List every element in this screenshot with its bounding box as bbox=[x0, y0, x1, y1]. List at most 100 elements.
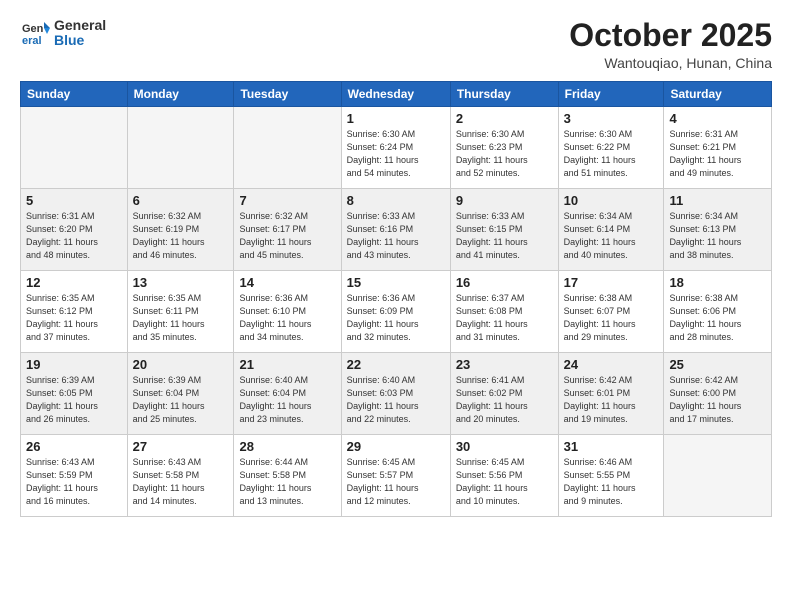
weekday-header-sunday: Sunday bbox=[21, 82, 128, 107]
day-number: 3 bbox=[564, 111, 659, 126]
calendar-cell: 15Sunrise: 6:36 AM Sunset: 6:09 PM Dayli… bbox=[341, 271, 450, 353]
day-number: 15 bbox=[347, 275, 445, 290]
cell-info: Sunrise: 6:31 AM Sunset: 6:20 PM Dayligh… bbox=[26, 210, 122, 262]
cell-info: Sunrise: 6:42 AM Sunset: 6:00 PM Dayligh… bbox=[669, 374, 766, 426]
logo-blue: Blue bbox=[54, 33, 106, 48]
calendar-cell: 5 Sunrise: 6:31 AM Sunset: 6:20 PM Daylig… bbox=[21, 189, 128, 271]
calendar-cell: 28 Sunrise: 6:44 AM Sunset: 5:58 PM Dayli… bbox=[234, 435, 341, 517]
calendar-cell: 14 Sunrise: 6:36 AM Sunset: 6:10 PM Dayli… bbox=[234, 271, 341, 353]
logo-icon: Gen eral bbox=[20, 18, 50, 48]
week-row-1: 1 Sunrise: 6:30 AM Sunset: 6:24 PM Daylig… bbox=[21, 107, 772, 189]
calendar-cell: 24 Sunrise: 6:42 AM Sunset: 6:01 PM Dayli… bbox=[558, 353, 664, 435]
day-number: 23 bbox=[456, 357, 553, 372]
day-number: 16 bbox=[456, 275, 553, 290]
cell-info: Sunrise: 6:30 AM Sunset: 6:24 PM Dayligh… bbox=[347, 128, 445, 180]
cell-info: Sunrise: 6:39 AM Sunset: 6:05 PM Dayligh… bbox=[26, 374, 122, 426]
calendar-cell: 26 Sunrise: 6:43 AM Sunset: 5:59 PM Dayli… bbox=[21, 435, 128, 517]
weekday-header-friday: Friday bbox=[558, 82, 664, 107]
day-number: 27 bbox=[133, 439, 229, 454]
day-number: 18 bbox=[669, 275, 766, 290]
weekday-header-row: SundayMondayTuesdayWednesdayThursdayFrid… bbox=[21, 82, 772, 107]
day-number: 31 bbox=[564, 439, 659, 454]
calendar-cell: 22Sunrise: 6:40 AM Sunset: 6:03 PM Dayli… bbox=[341, 353, 450, 435]
calendar-cell: 3Sunrise: 6:30 AM Sunset: 6:22 PM Daylig… bbox=[558, 107, 664, 189]
calendar-cell bbox=[664, 435, 772, 517]
location: Wantouqiao, Hunan, China bbox=[569, 55, 772, 71]
svg-text:Gen: Gen bbox=[22, 23, 44, 35]
weekday-header-wednesday: Wednesday bbox=[341, 82, 450, 107]
day-number: 10 bbox=[564, 193, 659, 208]
calendar-cell: 2 Sunrise: 6:30 AM Sunset: 6:23 PM Daylig… bbox=[450, 107, 558, 189]
week-row-4: 19 Sunrise: 6:39 AM Sunset: 6:05 PM Dayli… bbox=[21, 353, 772, 435]
cell-info: Sunrise: 6:43 AM Sunset: 5:58 PM Dayligh… bbox=[133, 456, 229, 508]
calendar-cell: 8Sunrise: 6:33 AM Sunset: 6:16 PM Daylig… bbox=[341, 189, 450, 271]
calendar-cell: 9 Sunrise: 6:33 AM Sunset: 6:15 PM Daylig… bbox=[450, 189, 558, 271]
cell-info: Sunrise: 6:36 AM Sunset: 6:10 PM Dayligh… bbox=[239, 292, 335, 344]
calendar-cell bbox=[234, 107, 341, 189]
day-number: 2 bbox=[456, 111, 553, 126]
cell-info: Sunrise: 6:40 AM Sunset: 6:04 PM Dayligh… bbox=[239, 374, 335, 426]
calendar-table: SundayMondayTuesdayWednesdayThursdayFrid… bbox=[20, 81, 772, 517]
day-number: 24 bbox=[564, 357, 659, 372]
cell-info: Sunrise: 6:40 AM Sunset: 6:03 PM Dayligh… bbox=[347, 374, 445, 426]
calendar-cell: 6 Sunrise: 6:32 AM Sunset: 6:19 PM Daylig… bbox=[127, 189, 234, 271]
day-number: 19 bbox=[26, 357, 122, 372]
day-number: 11 bbox=[669, 193, 766, 208]
weekday-header-tuesday: Tuesday bbox=[234, 82, 341, 107]
calendar-cell: 21 Sunrise: 6:40 AM Sunset: 6:04 PM Dayli… bbox=[234, 353, 341, 435]
day-number: 13 bbox=[133, 275, 229, 290]
calendar-cell: 19 Sunrise: 6:39 AM Sunset: 6:05 PM Dayli… bbox=[21, 353, 128, 435]
svg-text:eral: eral bbox=[22, 35, 42, 47]
cell-info: Sunrise: 6:38 AM Sunset: 6:06 PM Dayligh… bbox=[669, 292, 766, 344]
calendar-cell: 12 Sunrise: 6:35 AM Sunset: 6:12 PM Dayli… bbox=[21, 271, 128, 353]
day-number: 1 bbox=[347, 111, 445, 126]
calendar-cell: 29Sunrise: 6:45 AM Sunset: 5:57 PM Dayli… bbox=[341, 435, 450, 517]
cell-info: Sunrise: 6:46 AM Sunset: 5:55 PM Dayligh… bbox=[564, 456, 659, 508]
cell-info: Sunrise: 6:34 AM Sunset: 6:13 PM Dayligh… bbox=[669, 210, 766, 262]
week-row-2: 5 Sunrise: 6:31 AM Sunset: 6:20 PM Daylig… bbox=[21, 189, 772, 271]
day-number: 6 bbox=[133, 193, 229, 208]
day-number: 7 bbox=[239, 193, 335, 208]
day-number: 5 bbox=[26, 193, 122, 208]
header: Gen eral General Blue October 2025 Wanto… bbox=[20, 18, 772, 71]
cell-info: Sunrise: 6:31 AM Sunset: 6:21 PM Dayligh… bbox=[669, 128, 766, 180]
calendar-cell: 16 Sunrise: 6:37 AM Sunset: 6:08 PM Dayli… bbox=[450, 271, 558, 353]
cell-info: Sunrise: 6:37 AM Sunset: 6:08 PM Dayligh… bbox=[456, 292, 553, 344]
cell-info: Sunrise: 6:43 AM Sunset: 5:59 PM Dayligh… bbox=[26, 456, 122, 508]
cell-info: Sunrise: 6:33 AM Sunset: 6:15 PM Dayligh… bbox=[456, 210, 553, 262]
cell-info: Sunrise: 6:41 AM Sunset: 6:02 PM Dayligh… bbox=[456, 374, 553, 426]
calendar-cell: 23 Sunrise: 6:41 AM Sunset: 6:02 PM Dayli… bbox=[450, 353, 558, 435]
day-number: 21 bbox=[239, 357, 335, 372]
day-number: 14 bbox=[239, 275, 335, 290]
calendar-cell: 27 Sunrise: 6:43 AM Sunset: 5:58 PM Dayli… bbox=[127, 435, 234, 517]
calendar-cell: 10Sunrise: 6:34 AM Sunset: 6:14 PM Dayli… bbox=[558, 189, 664, 271]
logo-general: General bbox=[54, 18, 106, 33]
title-block: October 2025 Wantouqiao, Hunan, China bbox=[569, 18, 772, 71]
cell-info: Sunrise: 6:38 AM Sunset: 6:07 PM Dayligh… bbox=[564, 292, 659, 344]
cell-info: Sunrise: 6:44 AM Sunset: 5:58 PM Dayligh… bbox=[239, 456, 335, 508]
calendar-page: Gen eral General Blue October 2025 Wanto… bbox=[0, 0, 792, 612]
cell-info: Sunrise: 6:35 AM Sunset: 6:12 PM Dayligh… bbox=[26, 292, 122, 344]
calendar-cell: 11 Sunrise: 6:34 AM Sunset: 6:13 PM Dayli… bbox=[664, 189, 772, 271]
day-number: 28 bbox=[239, 439, 335, 454]
calendar-cell: 25Sunrise: 6:42 AM Sunset: 6:00 PM Dayli… bbox=[664, 353, 772, 435]
cell-info: Sunrise: 6:32 AM Sunset: 6:17 PM Dayligh… bbox=[239, 210, 335, 262]
day-number: 30 bbox=[456, 439, 553, 454]
day-number: 12 bbox=[26, 275, 122, 290]
cell-info: Sunrise: 6:35 AM Sunset: 6:11 PM Dayligh… bbox=[133, 292, 229, 344]
calendar-cell: 13 Sunrise: 6:35 AM Sunset: 6:11 PM Dayli… bbox=[127, 271, 234, 353]
calendar-cell: 1 Sunrise: 6:30 AM Sunset: 6:24 PM Daylig… bbox=[341, 107, 450, 189]
calendar-cell: 4Sunrise: 6:31 AM Sunset: 6:21 PM Daylig… bbox=[664, 107, 772, 189]
week-row-5: 26 Sunrise: 6:43 AM Sunset: 5:59 PM Dayli… bbox=[21, 435, 772, 517]
cell-info: Sunrise: 6:42 AM Sunset: 6:01 PM Dayligh… bbox=[564, 374, 659, 426]
cell-info: Sunrise: 6:33 AM Sunset: 6:16 PM Dayligh… bbox=[347, 210, 445, 262]
cell-info: Sunrise: 6:45 AM Sunset: 5:57 PM Dayligh… bbox=[347, 456, 445, 508]
cell-info: Sunrise: 6:30 AM Sunset: 6:23 PM Dayligh… bbox=[456, 128, 553, 180]
day-number: 17 bbox=[564, 275, 659, 290]
calendar-cell: 7 Sunrise: 6:32 AM Sunset: 6:17 PM Daylig… bbox=[234, 189, 341, 271]
cell-info: Sunrise: 6:32 AM Sunset: 6:19 PM Dayligh… bbox=[133, 210, 229, 262]
calendar-cell: 17 Sunrise: 6:38 AM Sunset: 6:07 PM Dayli… bbox=[558, 271, 664, 353]
day-number: 26 bbox=[26, 439, 122, 454]
calendar-cell bbox=[127, 107, 234, 189]
day-number: 9 bbox=[456, 193, 553, 208]
